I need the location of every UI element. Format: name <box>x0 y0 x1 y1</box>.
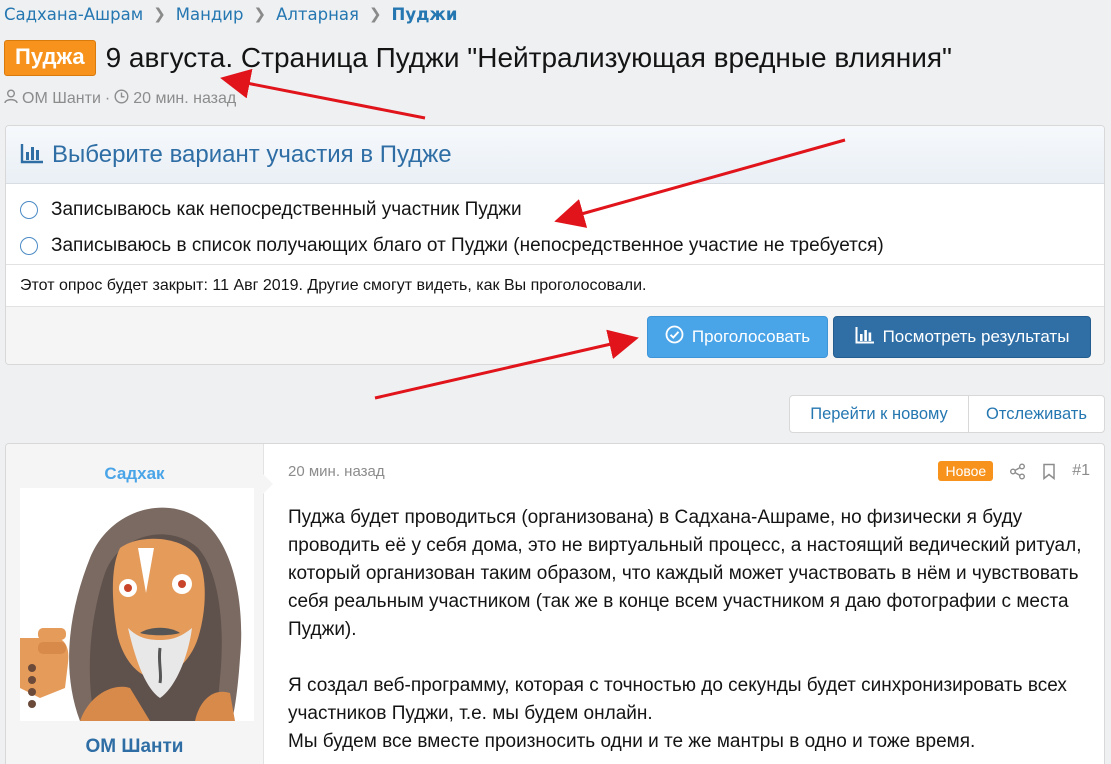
breadcrumb-item-mandir[interactable]: Мандир <box>176 5 244 24</box>
meta-separator: · <box>104 90 111 107</box>
post-user-panel: Садхак ОМ Шанти <box>6 444 264 764</box>
thread-tools: Перейти к новому Отслеживать <box>789 395 1105 433</box>
post-header: 20 мин. назад Новое #1 <box>288 460 1090 482</box>
vote-button-label: Проголосовать <box>691 327 811 346</box>
breadcrumb-item-altar[interactable]: Алтарная <box>276 5 359 24</box>
user-title[interactable]: Садхак <box>6 464 263 484</box>
poll-footer: Проголосовать Посмотреть результаты <box>6 306 1104 364</box>
thread-meta: ОМ Шанти · 20 мин. назад <box>4 89 236 109</box>
user-icon <box>4 89 22 109</box>
new-badge: Новое <box>938 461 994 481</box>
view-results-label: Посмотреть результаты <box>882 327 1070 346</box>
poll-options: Записываюсь как непосредственный участни… <box>6 184 1104 264</box>
thread-prefix-badge[interactable]: Пуджа <box>4 40 96 76</box>
chevron-right-icon: ❯ <box>253 5 267 23</box>
poll-radio-beneficiary[interactable] <box>20 237 38 255</box>
bookmark-icon[interactable] <box>1042 463 1056 480</box>
post-actions: Новое #1 <box>938 461 1090 481</box>
post-paragraph: Мы будем все вместе произносить одни и т… <box>288 731 976 752</box>
breadcrumb-item-sadhana-ashram[interactable]: Садхана-Ашрам <box>4 5 143 24</box>
page-title: 9 августа. Страница Пуджи "Нейтрализующа… <box>105 42 952 73</box>
thread-author[interactable]: ОМ Шанти <box>22 90 101 108</box>
thread-time[interactable]: 20 мин. назад <box>133 90 236 108</box>
bar-chart-icon <box>20 142 44 168</box>
poll-close-note: Этот опрос будет закрыт: 11 Авг 2019. Др… <box>6 264 1104 306</box>
poll-option-beneficiary[interactable]: Записываюсь в список получающих благо от… <box>20 228 1090 264</box>
goto-new-button[interactable]: Перейти к новому <box>790 396 969 432</box>
post-paragraph: Я создал веб-программу, которая с точнос… <box>288 675 1067 724</box>
avatar[interactable] <box>20 488 254 721</box>
vote-button[interactable]: Проголосовать <box>647 316 828 358</box>
post-user-arrow <box>263 474 273 494</box>
poll-radio-participant[interactable] <box>20 201 38 219</box>
poll-title: Выберите вариант участия в Пудже <box>52 140 452 168</box>
poll-option-label: Записываюсь как непосредственный участни… <box>51 199 522 220</box>
username[interactable]: ОМ Шанти <box>6 736 263 758</box>
chevron-right-icon: ❯ <box>153 5 166 23</box>
post: Садхак ОМ Шанти 20 мин. назад Новое #1 П… <box>5 443 1105 764</box>
clock-icon <box>114 89 133 109</box>
watch-button[interactable]: Отслеживать <box>969 396 1104 432</box>
poll-block: Выберите вариант участия в Пудже Записыв… <box>5 125 1105 365</box>
post-number[interactable]: #1 <box>1072 462 1090 480</box>
view-results-button[interactable]: Посмотреть результаты <box>833 316 1091 358</box>
post-body: Пуджа будет проводиться (организована) в… <box>288 504 1098 756</box>
chevron-right-icon: ❯ <box>368 5 382 23</box>
annotation-arrow-title <box>220 68 426 120</box>
post-paragraph: Пуджа будет проводиться (организована) в… <box>288 507 1082 640</box>
bar-chart-icon <box>855 326 883 349</box>
poll-option-participant[interactable]: Записываюсь как непосредственный участни… <box>20 192 1090 228</box>
breadcrumb-item-pujas[interactable]: Пуджи <box>392 5 458 24</box>
post-time[interactable]: 20 мин. назад <box>288 463 385 480</box>
breadcrumb: Садхана-Ашрам ❯ Мандир ❯ Алтарная ❯ Пудж… <box>4 3 457 25</box>
check-circle-icon <box>665 325 692 349</box>
share-icon[interactable] <box>1009 463 1026 480</box>
thread-title-row: Пуджа 9 августа. Страница Пуджи "Нейтрал… <box>4 38 952 78</box>
poll-option-label: Записываюсь в список получающих благо от… <box>51 235 884 256</box>
poll-header: Выберите вариант участия в Пудже <box>6 126 1104 184</box>
